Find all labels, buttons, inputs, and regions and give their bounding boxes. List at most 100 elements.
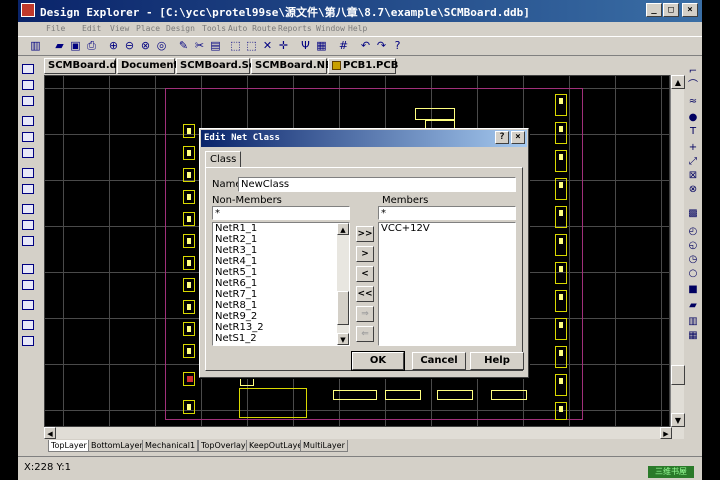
component[interactable] — [385, 390, 421, 400]
maximize-button[interactable]: □ — [663, 3, 679, 17]
clear-icon[interactable]: ✕ — [260, 39, 275, 53]
explorer-icon[interactable]: ▥ — [28, 39, 43, 53]
space-h-icon[interactable] — [22, 168, 34, 178]
list-item[interactable]: NetR8_1 — [215, 300, 257, 311]
component[interactable] — [183, 322, 195, 336]
text-icon[interactable]: T — [686, 126, 700, 138]
arc-any-icon[interactable]: ◷ — [686, 254, 700, 266]
component-place-icon[interactable]: ▩ — [686, 208, 700, 220]
remove-button[interactable]: < — [356, 266, 374, 282]
component[interactable] — [491, 390, 527, 400]
component[interactable] — [183, 256, 195, 270]
menu-tools[interactable]: Tools — [202, 24, 226, 33]
component[interactable] — [555, 262, 567, 284]
split-plane-icon[interactable]: ▥ — [686, 316, 700, 328]
scroll-thumb[interactable] — [671, 365, 685, 385]
vertical-scrollbar[interactable]: ▲ ▼ — [670, 75, 685, 427]
align-bottom-icon[interactable] — [22, 116, 34, 126]
scroll-right-arrow[interactable]: ▶ — [660, 427, 672, 439]
component[interactable] — [555, 122, 567, 144]
menu-help[interactable]: Help — [348, 24, 367, 33]
arc-edge-icon[interactable]: ◵ — [686, 240, 700, 252]
tab-scmboard-net[interactable]: SCMBoard.NET — [251, 58, 339, 74]
undo-icon[interactable]: ↶ — [358, 39, 373, 53]
help-icon[interactable]: ? — [390, 39, 405, 53]
move-to-grid-icon[interactable] — [22, 236, 34, 246]
component[interactable] — [555, 318, 567, 340]
list-scroll-thumb[interactable] — [337, 291, 349, 325]
add-all-button[interactable]: >> — [356, 226, 374, 242]
zoom-area-icon[interactable]: ◎ — [154, 39, 169, 53]
connector-component[interactable] — [239, 388, 307, 418]
menu-reports[interactable]: Reports — [278, 24, 312, 33]
open-folder-icon[interactable]: ▰ — [52, 39, 67, 53]
cut-icon[interactable]: ✂ — [192, 39, 207, 53]
scroll-down-arrow[interactable]: ▼ — [671, 413, 685, 427]
list-scroll-down-arrow[interactable]: ▼ — [337, 333, 349, 345]
dialog-close-button[interactable]: × — [511, 131, 525, 144]
redo-icon[interactable]: ↷ — [374, 39, 389, 53]
list-scroll-up-arrow[interactable]: ▲ — [337, 223, 349, 235]
menu-view[interactable]: View — [110, 24, 129, 33]
align-right-icon[interactable] — [22, 80, 34, 90]
component[interactable] — [333, 390, 377, 400]
select-area-icon[interactable]: ⬚ — [228, 39, 243, 53]
zoom-in-icon[interactable]: ⊕ — [106, 39, 121, 53]
menu-design[interactable]: Design — [166, 24, 195, 33]
layer-tab-mechanical1[interactable]: Mechanical1 — [142, 440, 199, 452]
component[interactable] — [183, 168, 195, 182]
app-icon[interactable] — [21, 3, 35, 17]
tool-icon-a[interactable] — [22, 320, 34, 330]
non-members-scrollbar[interactable]: ▲ ▼ — [337, 223, 349, 345]
save-icon[interactable]: ▣ — [68, 39, 83, 53]
component[interactable] — [183, 400, 195, 414]
menu-file[interactable]: File — [46, 24, 65, 33]
component[interactable] — [183, 146, 195, 160]
list-item[interactable]: NetR2_1 — [215, 234, 257, 245]
name-field[interactable]: NewClass — [238, 177, 516, 192]
list-item[interactable]: NetR1_1 — [215, 223, 257, 234]
cross-probe-icon[interactable]: ✎ — [176, 39, 191, 53]
paste-icon[interactable]: ▤ — [208, 39, 223, 53]
component[interactable] — [437, 390, 473, 400]
component-icon[interactable]: Ψ — [298, 39, 313, 53]
component[interactable] — [555, 374, 567, 396]
align-left-icon[interactable] — [22, 64, 34, 74]
layer-tab-topoverlay[interactable]: TopOverlay — [198, 440, 249, 452]
zoom-fit-icon[interactable]: ⊗ — [138, 39, 153, 53]
layer-tab-multilayer[interactable]: MultiLayer — [300, 440, 348, 452]
list-item[interactable]: NetR3_1 — [215, 245, 257, 256]
non-members-filter[interactable]: * — [212, 206, 350, 220]
zoom-out-icon[interactable]: ⊖ — [122, 39, 137, 53]
center-icon[interactable] — [22, 300, 34, 310]
tab-scmboard-sch[interactable]: SCMBoard.Sch — [176, 58, 262, 74]
scroll-up-arrow[interactable]: ▲ — [671, 75, 685, 89]
horizontal-scrollbar[interactable]: ◀ ▶ — [44, 427, 684, 439]
title-bar[interactable]: Design Explorer - [C:\ycc\protel99se\源文件… — [18, 0, 702, 22]
minimize-button[interactable]: _ — [646, 3, 662, 17]
dimension-icon[interactable]: ⤢ — [686, 156, 700, 168]
coordinate-icon[interactable]: + — [686, 142, 700, 154]
list-item[interactable]: NetR9_2 — [215, 311, 257, 322]
arrange-rect-icon[interactable] — [22, 220, 34, 230]
arrange-room-icon[interactable] — [22, 204, 34, 214]
scroll-left-arrow[interactable]: ◀ — [44, 427, 56, 439]
grid-icon[interactable]: # — [336, 39, 351, 53]
line-icon[interactable]: ⌒ — [686, 80, 700, 92]
array-paste-icon[interactable]: ▦ — [686, 330, 700, 342]
component[interactable] — [183, 190, 195, 204]
list-item[interactable]: NetS1_2 — [215, 333, 257, 344]
dialog-help-button[interactable]: ? — [495, 131, 509, 144]
list-item[interactable]: NetR13_2 — [215, 322, 264, 333]
menu-place[interactable]: Place — [136, 24, 160, 33]
component[interactable] — [183, 344, 195, 358]
list-item[interactable]: NetR5_1 — [215, 267, 257, 278]
component[interactable] — [555, 150, 567, 172]
arc-center-icon[interactable]: ◴ — [686, 226, 700, 238]
circle-icon[interactable]: ○ — [686, 268, 700, 280]
track-icon[interactable]: ⌐ — [686, 66, 700, 78]
component[interactable] — [183, 234, 195, 248]
ungroup-icon[interactable] — [22, 280, 34, 290]
layer-tab-toplayer[interactable]: TopLayer — [48, 440, 90, 452]
polygon-icon[interactable]: ▰ — [686, 300, 700, 312]
